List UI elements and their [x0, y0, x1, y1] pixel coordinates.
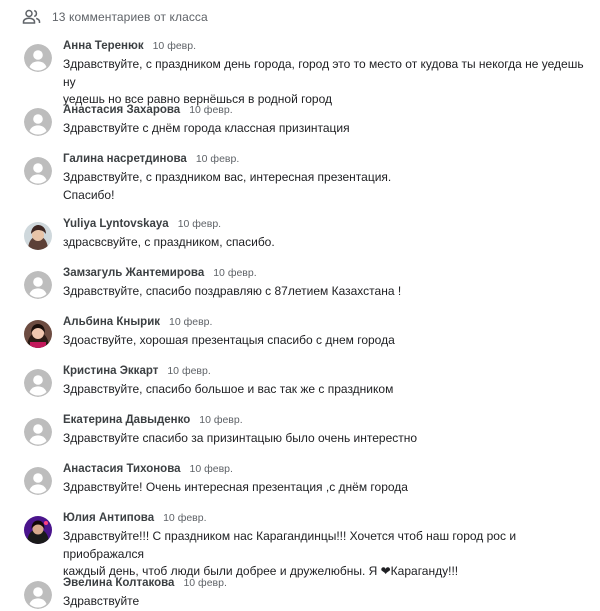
- author-name[interactable]: Юлия Антипова: [63, 512, 154, 524]
- comments-header: 13 комментариев от класса: [22, 6, 208, 28]
- people-icon: [22, 9, 42, 25]
- comment-header: Альбина Кнырик 10 февр.: [63, 316, 212, 328]
- comment-date: 10 февр.: [167, 365, 211, 377]
- comment-text: Здравствуйте, с праздником вас, интересн…: [63, 170, 392, 202]
- comment-header: Юлия Антипова 10 февр.: [63, 512, 207, 524]
- comment-text: Здравствуйте, с праздником день города, …: [63, 57, 584, 106]
- comment-date: 10 февр.: [195, 153, 240, 165]
- author-name[interactable]: Альбина Кнырик: [63, 316, 160, 328]
- comment-date: 10 февр.: [152, 40, 197, 52]
- comment-header: Эвелина Колтакова 10 февр.: [63, 577, 227, 589]
- default-avatar-icon[interactable]: [24, 467, 52, 495]
- default-avatar-icon[interactable]: [24, 108, 52, 136]
- comment-header: Галина насретдинова 10 февр.: [63, 153, 239, 165]
- comment-header: Екатерина Давыденко 10 февр.: [63, 414, 243, 426]
- profile-photo[interactable]: [24, 320, 52, 348]
- profile-photo[interactable]: [24, 516, 52, 544]
- default-avatar-icon[interactable]: [24, 581, 52, 609]
- comment-text: Здравствуйте, спасибо большое и вас так …: [63, 382, 394, 396]
- author-name[interactable]: Екатерина Давыденко: [63, 414, 190, 426]
- comment-text: Здравствуйте!!! С праздником нас Караган…: [63, 529, 517, 578]
- comment-text: Здравствуйте, спасибо поздравляю с 87лет…: [63, 284, 402, 298]
- comment-header: Анастасия Тихонова 10 февр.: [63, 463, 233, 475]
- comment-date: 10 февр.: [199, 414, 243, 426]
- author-name[interactable]: Анна Теренюк: [63, 40, 144, 52]
- comment-header: Yuliya Lyntovskaya 10 февр.: [63, 218, 221, 230]
- comment-date: 10 февр.: [177, 218, 222, 230]
- comment-header: Замзагуль Жантемирова 10 февр.: [63, 267, 257, 279]
- comment-header: Анастасия Захарова 10 февр.: [63, 104, 233, 116]
- profile-photo[interactable]: [24, 222, 52, 250]
- author-name[interactable]: Эвелина Колтакова: [63, 577, 174, 589]
- comment-date: 10 февр.: [213, 267, 257, 279]
- comments-count: 13 комментариев от класса: [52, 10, 208, 24]
- comment-text: Здоаствуйте, хорошая презентацыя спасибо…: [63, 333, 395, 347]
- author-name[interactable]: Замзагуль Жантемирова: [63, 267, 204, 279]
- comment-header: Кристина Эккарт 10 февр.: [63, 365, 211, 377]
- comment-text: Здравствуйте: [63, 594, 140, 608]
- author-name[interactable]: Анастасия Тихонова: [63, 463, 181, 475]
- comment-date: 10 февр.: [189, 104, 233, 116]
- comment-date: 10 февр.: [183, 577, 227, 589]
- comment-date: 10 февр.: [169, 316, 213, 328]
- comment-text: Здравствуйте! Очень интересная презентац…: [63, 480, 408, 494]
- default-avatar-icon[interactable]: [24, 157, 52, 185]
- default-avatar-icon[interactable]: [24, 271, 52, 299]
- comment-text: Здравствуйте с днём города классная приз…: [63, 121, 350, 135]
- comment-date: 10 февр.: [189, 463, 233, 475]
- default-avatar-icon[interactable]: [24, 369, 52, 397]
- author-name[interactable]: Галина насретдинова: [63, 153, 187, 165]
- default-avatar-icon[interactable]: [24, 44, 52, 72]
- comment-date: 10 февр.: [163, 512, 207, 524]
- default-avatar-icon[interactable]: [24, 418, 52, 446]
- comment-text: здрасвсвуйте, с праздником, спасибо.: [63, 235, 275, 249]
- author-name[interactable]: Кристина Эккарт: [63, 365, 158, 377]
- comment-text: Здравствуйте спасибо за призинтацыю было…: [63, 431, 418, 445]
- comment-header: Анна Теренюк 10 февр.: [63, 40, 196, 52]
- author-name[interactable]: Yuliya Lyntovskaya: [63, 218, 169, 230]
- author-name[interactable]: Анастасия Захарова: [63, 104, 180, 116]
